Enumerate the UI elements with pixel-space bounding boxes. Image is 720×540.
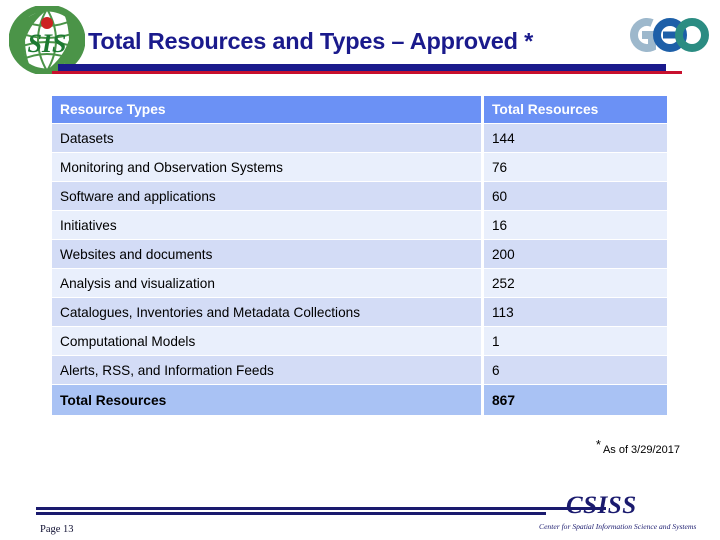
table-row: Alerts, RSS, and Information Feeds 6 xyxy=(52,356,667,385)
table-row: Initiatives 16 xyxy=(52,211,667,240)
table-row: Software and applications 60 xyxy=(52,182,667,211)
cell-resource-type: Websites and documents xyxy=(52,240,481,269)
footer-rule-bottom xyxy=(36,512,546,515)
table-row: Catalogues, Inventories and Metadata Col… xyxy=(52,298,667,327)
table-row: Computational Models 1 xyxy=(52,327,667,356)
table-row: Datasets 144 xyxy=(52,124,667,153)
csiss-tagline: Center for Spatial Information Science a… xyxy=(539,522,697,531)
cell-resource-type: Computational Models xyxy=(52,327,481,356)
footnote-marker: * xyxy=(595,437,601,452)
title-rule-navy xyxy=(58,64,666,71)
table-row: Websites and documents 200 xyxy=(52,240,667,269)
cell-resource-type: Datasets xyxy=(52,124,481,153)
cell-total: 1 xyxy=(484,327,667,356)
page-title: Total Resources and Types – Approved * xyxy=(88,28,534,54)
cell-resource-type: Software and applications xyxy=(52,182,481,211)
cell-total: 16 xyxy=(484,211,667,240)
cell-grand-total: 867 xyxy=(484,385,667,415)
cell-total: 144 xyxy=(484,124,667,153)
column-header-resource-types: Resource Types xyxy=(52,96,481,124)
cell-resource-type: Analysis and visualization xyxy=(52,269,481,298)
cell-total-label: Total Resources xyxy=(52,385,481,415)
table-header-row: Resource Types Total Resources xyxy=(52,96,667,124)
footer-rule-top xyxy=(36,507,606,510)
cell-total: 113 xyxy=(484,298,667,327)
page-number: Page 13 xyxy=(40,524,74,535)
csiss-logo-text: SIS xyxy=(27,29,66,58)
resources-table: Resource Types Total Resources Datasets … xyxy=(52,96,667,415)
footnote: * As of 3/29/2017 xyxy=(500,437,680,456)
geo-logo xyxy=(622,13,714,57)
table-total-row: Total Resources 867 xyxy=(52,385,667,415)
cell-resource-type: Alerts, RSS, and Information Feeds xyxy=(52,356,481,385)
cell-resource-type: Catalogues, Inventories and Metadata Col… xyxy=(52,298,481,327)
cell-total: 200 xyxy=(484,240,667,269)
cell-resource-type: Initiatives xyxy=(52,211,481,240)
cell-total: 252 xyxy=(484,269,667,298)
geo-letter-o xyxy=(675,18,709,52)
resources-table-container: Resource Types Total Resources Datasets … xyxy=(52,96,667,415)
column-header-total-resources: Total Resources xyxy=(484,96,667,124)
cell-total: 76 xyxy=(484,153,667,182)
cell-total: 60 xyxy=(484,182,667,211)
table-row: Monitoring and Observation Systems 76 xyxy=(52,153,667,182)
csiss-wordmark: CSISS xyxy=(566,492,637,519)
slide-canvas: SIS Total Resources and Types – Approved… xyxy=(0,0,720,540)
title-rule-red xyxy=(52,71,682,74)
table-row: Analysis and visualization 252 xyxy=(52,269,667,298)
cell-total: 6 xyxy=(484,356,667,385)
cell-resource-type: Monitoring and Observation Systems xyxy=(52,153,481,182)
geo-letter-g xyxy=(630,18,656,52)
footnote-text: As of 3/29/2017 xyxy=(602,444,680,456)
